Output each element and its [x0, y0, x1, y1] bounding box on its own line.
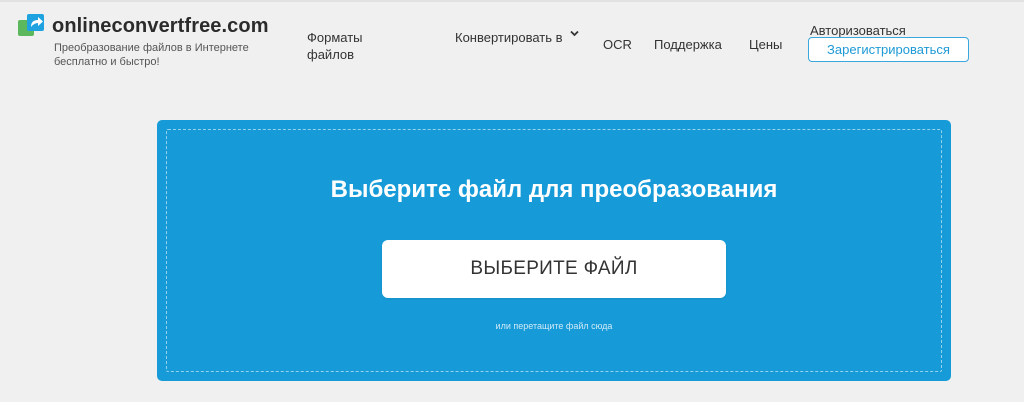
nav-convert[interactable]: Конвертировать в	[455, 29, 565, 46]
nav-formats[interactable]: Форматы файлов	[307, 29, 397, 63]
nav-prices[interactable]: Цены	[749, 36, 782, 53]
tagline: Преобразование файлов в Интернете беспла…	[54, 42, 249, 68]
logo-text: onlineconvertfree.com	[52, 14, 269, 37]
signup-button[interactable]: Зарегистрироваться	[808, 37, 969, 62]
choose-file-button[interactable]: ВЫБЕРИТЕ ФАЙЛ	[382, 240, 726, 298]
logo-icon	[18, 14, 46, 38]
drop-hint: или перетащите файл сюда	[495, 321, 613, 331]
nav-ocr[interactable]: OCR	[603, 36, 632, 53]
nav-support[interactable]: Поддержка	[654, 36, 722, 53]
top-divider	[0, 0, 1024, 2]
logo[interactable]: onlineconvertfree.com	[18, 14, 269, 38]
upload-title: Выберите файл для преобразования	[330, 176, 778, 203]
chevron-down-icon[interactable]	[570, 30, 579, 37]
